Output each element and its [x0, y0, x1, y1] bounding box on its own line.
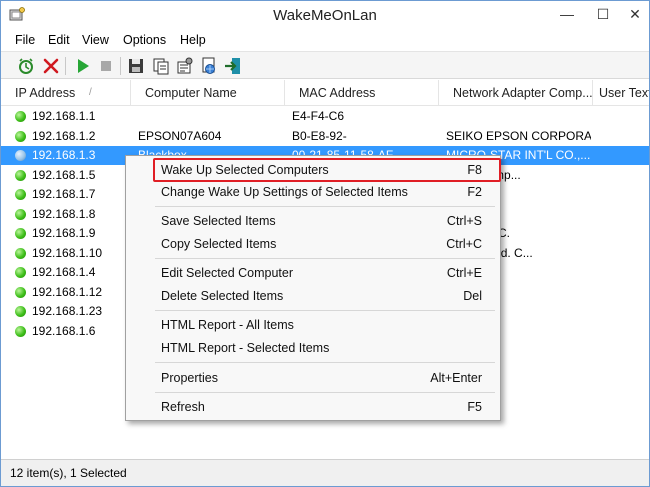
options-icon[interactable] — [16, 56, 36, 76]
menu-item-shortcut: Ctrl+C — [446, 237, 482, 251]
menu-html-report-selected[interactable]: HTML Report - Selected Items — [126, 337, 500, 359]
column-user-text[interactable]: User Text — [593, 80, 649, 106]
menu-save-selected[interactable]: Save Selected Items Ctrl+S — [126, 210, 500, 232]
menu-item-label: HTML Report - Selected Items — [161, 341, 330, 355]
status-online-icon — [15, 228, 26, 239]
status-online-icon — [15, 189, 26, 200]
list-header: IP Address / Computer Name MAC Address N… — [1, 80, 649, 106]
menu-item-shortcut: F2 — [467, 185, 482, 199]
menu-file[interactable]: File — [15, 33, 35, 47]
status-online-icon — [15, 208, 26, 220]
status-online-icon — [15, 247, 26, 259]
menu-item-label: Properties — [161, 371, 218, 385]
menu-item-shortcut: F5 — [467, 400, 482, 414]
menu-html-report-all[interactable]: HTML Report - All Items — [126, 314, 500, 336]
minimize-button[interactable]: — — [549, 1, 585, 29]
menu-item-shortcut: Alt+Enter — [430, 371, 482, 385]
close-button[interactable]: ✕ — [621, 1, 649, 29]
cell-ip: 192.168.1.10 — [32, 245, 103, 260]
cell-ip: 192.168.1.9 — [32, 226, 96, 240]
status-bar: 12 item(s), 1 Selected — [1, 459, 649, 486]
cell-mac: E4-F4-C6 — [292, 109, 345, 123]
cell-ip: 192.168.1.1 — [32, 109, 96, 123]
maximize-button[interactable]: ☐ — [585, 1, 621, 29]
menu-bar: File Edit View Options Help — [1, 31, 649, 51]
status-online-icon — [15, 325, 26, 337]
menu-view[interactable]: View — [82, 33, 109, 47]
cell-ip: 192.168.1.5 — [32, 167, 96, 182]
menu-item-label: Change Wake Up Settings of Selected Item… — [161, 185, 408, 199]
stop-scan-icon[interactable] — [96, 56, 116, 76]
annotation-highlight-box — [153, 158, 501, 182]
column-ip-address-label: IP Address — [15, 86, 76, 100]
status-text: 12 item(s), 1 Selected — [10, 466, 127, 480]
menu-item-label: Copy Selected Items — [161, 237, 277, 251]
status-online-icon — [15, 306, 26, 317]
status-online-icon — [15, 130, 26, 142]
menu-separator — [155, 362, 495, 363]
menu-edit-computer[interactable]: Edit Selected Computer Ctrl+E — [126, 262, 500, 284]
table-row[interactable]: 192.168.1.1 E4-F4-C6 — [1, 107, 649, 126]
menu-refresh[interactable]: Refresh F5 — [126, 396, 500, 418]
status-online-icon — [15, 111, 26, 122]
menu-item-shortcut: Del — [463, 289, 482, 303]
cell-ip: 192.168.1.8 — [32, 206, 96, 221]
menu-item-label: Refresh — [161, 400, 205, 414]
menu-options[interactable]: Options — [123, 33, 166, 47]
delete-icon[interactable] — [41, 56, 61, 76]
cell-ip: 192.168.1.12 — [32, 284, 103, 299]
menu-separator — [155, 310, 495, 311]
menu-item-label: Delete Selected Items — [161, 289, 284, 303]
start-scan-icon[interactable] — [73, 56, 93, 76]
status-online-icon — [15, 267, 26, 278]
menu-delete-selected[interactable]: Delete Selected Items Del — [126, 285, 500, 307]
column-mac-address[interactable]: MAC Address — [285, 80, 439, 106]
cell-ip: 192.168.1.4 — [32, 265, 96, 279]
cell-name: EPSON07A604 — [138, 128, 222, 143]
menu-separator — [155, 206, 495, 207]
menu-separator — [155, 258, 495, 259]
properties-icon[interactable] — [175, 56, 195, 76]
menu-edit[interactable]: Edit — [48, 33, 70, 47]
sort-indicator: / — [89, 87, 92, 98]
exit-icon[interactable] — [223, 56, 243, 76]
status-online-icon — [15, 286, 26, 298]
cell-ip: 192.168.1.7 — [32, 187, 96, 201]
menu-change-wake-settings[interactable]: Change Wake Up Settings of Selected Item… — [126, 181, 500, 203]
cell-ip: 192.168.1.6 — [32, 323, 96, 338]
menu-copy-selected[interactable]: Copy Selected Items Ctrl+C — [126, 233, 500, 255]
copy-icon[interactable] — [151, 56, 171, 76]
table-row[interactable]: 192.168.1.2 EPSON07A604 B0-E8-92- SEIKO EPS… — [1, 127, 649, 146]
cell-ip: 192.168.1.2 — [32, 128, 96, 143]
context-menu: Wake Up Selected Computers F8 Change Wak… — [125, 155, 501, 421]
menu-help[interactable]: Help — [180, 33, 206, 47]
status-online-icon — [15, 150, 26, 161]
save-icon[interactable] — [126, 56, 146, 76]
toolbar-separator — [120, 57, 121, 75]
title-bar: WakeMeOnLan — ☐ ✕ — [1, 1, 649, 31]
cell-ip: 192.168.1.23 — [32, 304, 103, 318]
menu-item-label: HTML Report - All Items — [161, 318, 294, 332]
status-online-icon — [15, 169, 26, 181]
cell-mac: B0-E8-92- — [292, 128, 347, 143]
menu-item-label: Edit Selected Computer — [161, 266, 294, 280]
menu-item-shortcut: Ctrl+E — [446, 266, 482, 280]
menu-separator — [155, 392, 495, 393]
menu-item-shortcut: Ctrl+S — [446, 214, 482, 228]
menu-properties[interactable]: Properties Alt+Enter — [126, 367, 500, 389]
cell-ip: 192.168.1.3 — [32, 148, 96, 162]
html-report-icon[interactable] — [199, 56, 219, 76]
toolbar-separator — [65, 57, 66, 75]
menu-item-label: Save Selected Items — [161, 214, 276, 228]
toolbar — [1, 51, 649, 79]
cell-vendor: SEIKO EPSON CORPORA... — [446, 128, 591, 143]
main-window: WakeMeOnLan — ☐ ✕ File Edit View Options… — [0, 0, 650, 487]
column-network-adapter[interactable]: Network Adapter Comp... — [439, 80, 593, 106]
column-computer-name[interactable]: Computer Name — [131, 80, 285, 106]
column-ip-address[interactable]: IP Address / — [1, 80, 131, 106]
